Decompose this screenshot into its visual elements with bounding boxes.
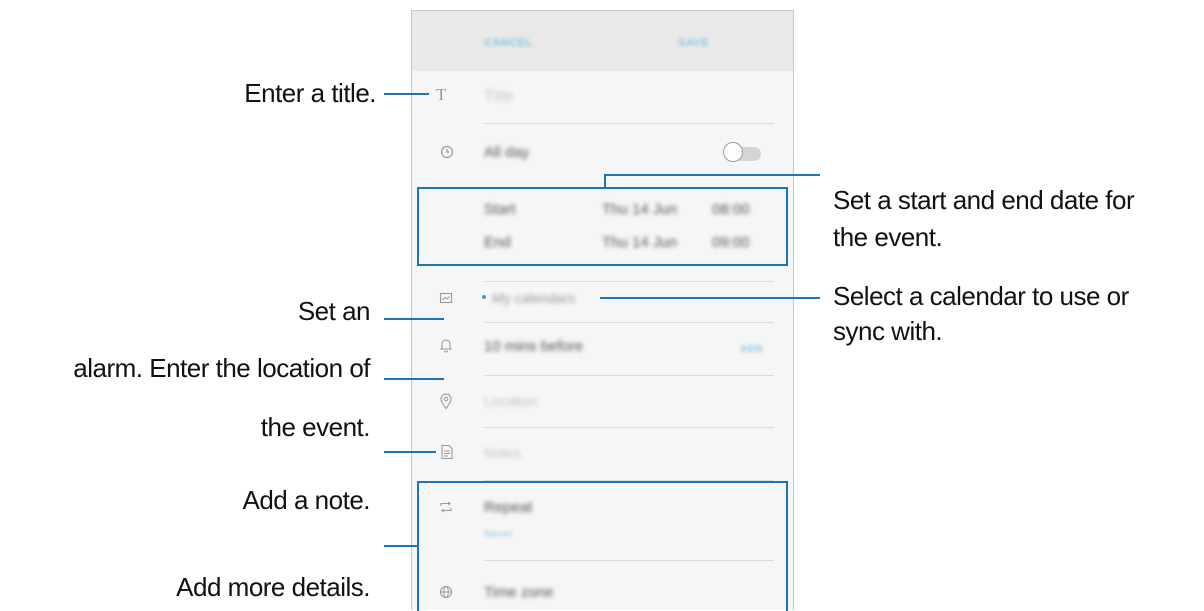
- callout-alarm-line1: Set an: [297, 296, 371, 326]
- date-callout-line: [604, 174, 820, 176]
- calendar-color-dot: [482, 295, 486, 299]
- details-callout-line: [384, 545, 417, 547]
- bell-icon: [439, 337, 453, 356]
- callout-location: the event.: [260, 412, 371, 442]
- all-day-toggle[interactable]: [723, 142, 763, 162]
- reminder-label[interactable]: 10 mins before: [484, 338, 583, 355]
- save-button[interactable]: SAVE: [678, 37, 709, 49]
- divider: [484, 322, 774, 323]
- cancel-button[interactable]: CANCEL: [484, 37, 533, 49]
- callout-title: Enter a title.: [244, 78, 376, 108]
- callout-date-line2: the event.: [833, 222, 943, 252]
- divider: [484, 427, 774, 428]
- date-range-highlight: [417, 187, 788, 266]
- note-callout-line: [384, 451, 436, 453]
- callout-date-line1: Set a start and end date for: [833, 185, 1135, 215]
- all-day-label: All day: [484, 144, 530, 161]
- callout-calendar-line1: Select a calendar to use or: [833, 281, 1129, 311]
- title-callout-line: [384, 93, 429, 95]
- callout-note: Add a note.: [242, 485, 371, 515]
- app-bar: CANCEL SAVE: [412, 11, 793, 71]
- location-pin-icon: [439, 392, 453, 413]
- add-reminder-button[interactable]: ADD: [740, 344, 763, 355]
- notes-input[interactable]: Notes: [484, 445, 521, 461]
- title-icon: T: [436, 85, 447, 104]
- details-highlight: [417, 481, 788, 611]
- callout-alarm-line2: alarm. Enter the location of: [73, 353, 370, 383]
- note-icon: [440, 444, 454, 463]
- date-callout-line-vertical: [604, 175, 606, 187]
- divider: [484, 123, 774, 124]
- callout-details: Add more details.: [176, 572, 370, 602]
- calendar-callout-line: [600, 297, 820, 299]
- alarm-callout-line: [384, 318, 444, 320]
- divider: [484, 281, 774, 282]
- location-callout-line: [384, 378, 444, 380]
- clock-icon: [440, 145, 454, 162]
- divider: [484, 375, 774, 376]
- calendar-selector[interactable]: My calendars: [492, 290, 575, 306]
- title-input[interactable]: Title: [484, 88, 514, 106]
- location-input[interactable]: Location: [484, 393, 537, 409]
- callout-calendar-line2: sync with.: [833, 316, 943, 346]
- calendar-icon: [439, 291, 453, 308]
